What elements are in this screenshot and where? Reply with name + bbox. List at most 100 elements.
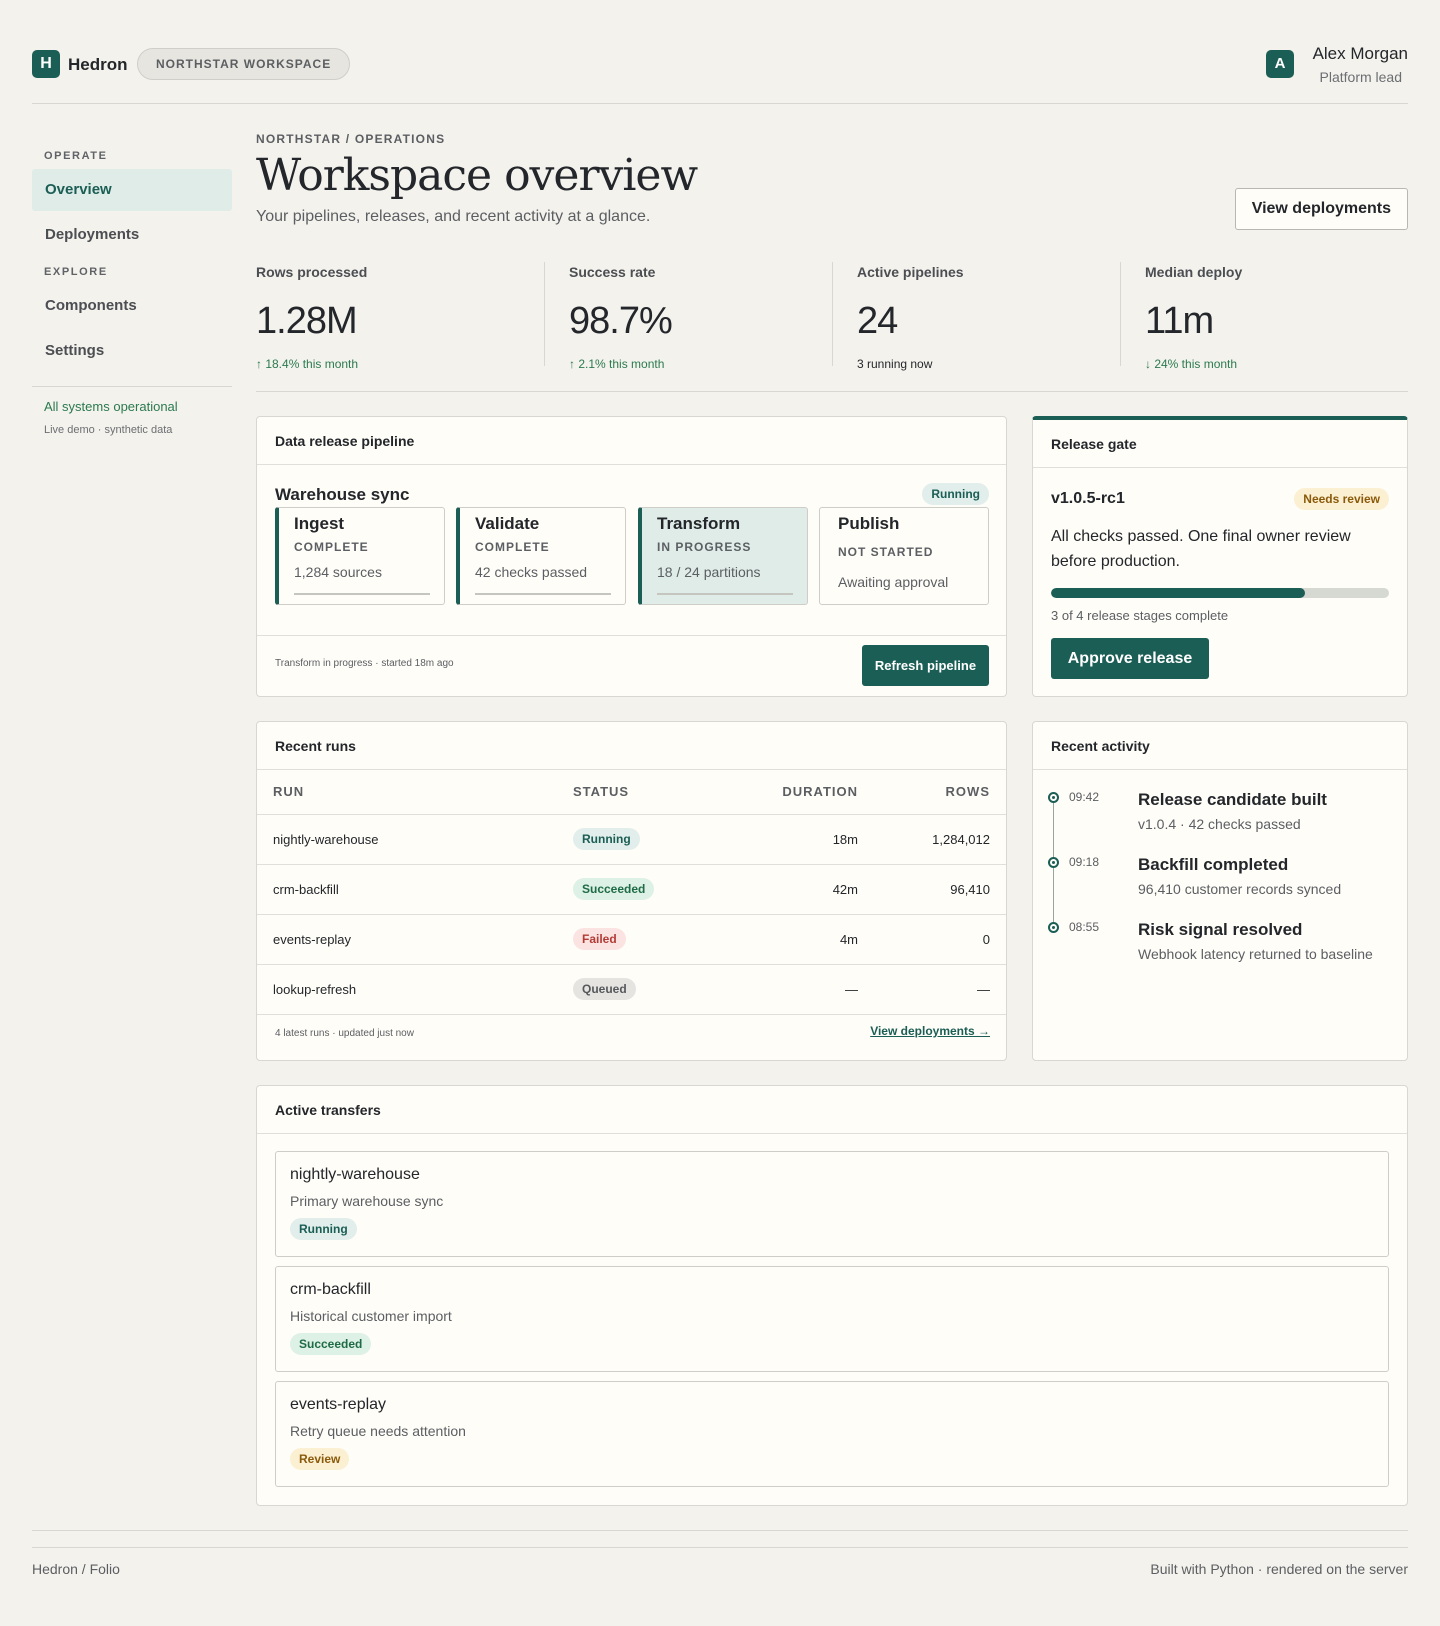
column-header-run[interactable]: RUN [257, 770, 557, 815]
view-deployments-link[interactable]: View deployments → [870, 1024, 990, 1038]
stat-active-pipelines: Active pipelines 24 3 running now [857, 262, 964, 371]
run-status: Running [557, 814, 722, 865]
run-rows: 0 [874, 914, 1006, 965]
brand-name[interactable]: Hedron [68, 55, 128, 75]
view-deployments-button[interactable]: View deployments [1234, 188, 1408, 230]
sidebar-item-settings[interactable]: Settings [32, 330, 232, 372]
stat-delta: ↑ 2.1% this month [569, 357, 665, 371]
table-row[interactable]: events-replay Failed 4m 0 [257, 914, 1006, 965]
run-duration: — [722, 964, 874, 1015]
stage-ingest[interactable]: Ingest COMPLETE 1,284 sources [275, 507, 445, 605]
run-rows: — [874, 964, 1006, 1015]
transfer-name: crm-backfill [290, 1281, 371, 1298]
sidebar-divider [32, 386, 232, 387]
pipeline-footer-text: Transform in progress · started 18m ago [275, 658, 454, 669]
release-progress-text: 3 of 4 release stages complete [1051, 608, 1229, 623]
status-badge: Queued [573, 978, 636, 1000]
card-divider [257, 635, 1006, 636]
card-title: Recent runs [257, 722, 1006, 770]
transfer-item[interactable]: events-replay Retry queue needs attentio… [275, 1381, 1389, 1487]
stage-publish[interactable]: Publish NOT STARTED Awaiting approval [819, 507, 989, 605]
run-status: Queued [557, 964, 722, 1015]
stage-progress-bar [657, 593, 793, 595]
transfer-name: events-replay [290, 1396, 387, 1413]
transfer-description: Primary warehouse sync [290, 1193, 444, 1209]
stage-name: Transform [657, 514, 741, 533]
system-status[interactable]: All systems operational [32, 399, 232, 414]
page-title: Workspace overview [256, 150, 698, 201]
column-header-duration[interactable]: DURATION [722, 770, 874, 815]
stat-divider [544, 262, 545, 366]
stage-progress-bar [294, 593, 430, 595]
footer-right-text: Built with Python · rendered on the serv… [1150, 1561, 1408, 1577]
stat-value: 1.28M [256, 300, 358, 342]
stat-divider [832, 262, 833, 366]
sidebar-section-explore: EXPLORE [44, 266, 108, 278]
stage-validate[interactable]: Validate COMPLETE 42 checks passed [456, 507, 626, 605]
activity-time: 09:18 [1069, 855, 1100, 869]
user-name[interactable]: Alex Morgan [1313, 44, 1408, 64]
column-header-status[interactable]: STATUS [557, 770, 722, 815]
table-row[interactable]: crm-backfill Succeeded 42m 96,410 [257, 864, 1006, 915]
stat-value: 11m [1145, 300, 1214, 342]
activity-title[interactable]: Release candidate built [1138, 790, 1327, 810]
recent-runs-card: Recent runs RUN STATUS DURATION ROWS nig… [256, 721, 1007, 1061]
stat-delta: ↑ 18.4% this month [256, 357, 359, 371]
stat-value: 98.7% [569, 300, 673, 342]
stat-delta: 3 running now [857, 357, 933, 371]
page-subtitle: Your pipelines, releases, and recent act… [256, 208, 651, 225]
workspace-switcher[interactable]: NORTHSTAR WORKSPACE [137, 48, 351, 80]
stat-label: Median deploy [1145, 264, 1243, 280]
transfer-item[interactable]: nightly-warehouse Primary warehouse sync… [275, 1151, 1389, 1257]
run-duration: 42m [722, 864, 874, 915]
sidebar-item-components[interactable]: Components [32, 285, 232, 327]
stage-name: Validate [475, 514, 540, 533]
status-badge: Failed [573, 928, 626, 950]
sidebar-item-deployments[interactable]: Deployments [32, 214, 232, 256]
active-transfers-card: Active transfers nightly-warehouse Prima… [256, 1085, 1408, 1506]
brand-logo[interactable]: H [32, 50, 60, 78]
timeline-dot-icon [1048, 857, 1059, 868]
activity-time: 09:42 [1069, 790, 1100, 804]
transfer-item[interactable]: crm-backfill Historical customer import … [275, 1266, 1389, 1372]
activity-time: 08:55 [1069, 920, 1100, 934]
run-rows: 1,284,012 [874, 814, 1006, 865]
activity-title[interactable]: Backfill completed [1138, 855, 1288, 875]
stat-label: Rows processed [256, 264, 368, 280]
stage-detail: 1,284 sources [294, 564, 382, 580]
stat-label: Active pipelines [857, 264, 964, 280]
stage-state: NOT STARTED [838, 545, 934, 559]
column-header-rows[interactable]: ROWS [874, 770, 1006, 815]
stat-divider [1120, 262, 1121, 366]
refresh-pipeline-button[interactable]: Refresh pipeline [862, 645, 989, 686]
recent-activity-card: Recent activity 09:42 Release candidate … [1032, 721, 1408, 1061]
pipeline-name: Warehouse sync [275, 485, 410, 504]
stat-delta: ↓ 24% this month [1145, 357, 1238, 371]
approve-release-button[interactable]: Approve release [1051, 638, 1209, 679]
card-title: Active transfers [257, 1086, 1407, 1134]
stage-detail: Awaiting approval [838, 574, 949, 590]
transfer-name: nightly-warehouse [290, 1166, 420, 1183]
sidebar-item-overview[interactable]: Overview [32, 169, 232, 211]
run-rows: 96,410 [874, 864, 1006, 915]
release-version: v1.0.5-rc1 [1051, 490, 1125, 507]
pipeline-card: Data release pipeline Warehouse sync Run… [256, 416, 1007, 697]
top-bar: H Hedron NORTHSTAR WORKSPACE A Alex Morg… [32, 44, 1408, 104]
timeline-dot-icon [1048, 922, 1059, 933]
activity-title[interactable]: Risk signal resolved [1138, 920, 1302, 940]
stat-median-deploy: Median deploy 11m ↓ 24% this month [1145, 262, 1243, 371]
stage-name: Publish [838, 514, 900, 533]
table-row[interactable]: lookup-refresh Queued — — [257, 964, 1006, 1015]
run-name: lookup-refresh [257, 964, 557, 1015]
activity-detail: 96,410 customer records synced [1138, 881, 1342, 897]
status-badge: Succeeded [290, 1333, 372, 1355]
status-badge: Running [573, 828, 640, 850]
table-row[interactable]: nightly-warehouse Running 18m 1,284,012 [257, 814, 1006, 865]
stage-name: Ingest [294, 514, 345, 533]
run-name: nightly-warehouse [257, 814, 557, 865]
footer-divider [32, 1547, 1408, 1548]
stage-transform[interactable]: Transform IN PROGRESS 18 / 24 partitions [638, 507, 808, 605]
stage-state: COMPLETE [475, 540, 550, 554]
user-avatar[interactable]: A [1266, 50, 1294, 78]
footer-left-text: Hedron / Folio [32, 1561, 120, 1577]
